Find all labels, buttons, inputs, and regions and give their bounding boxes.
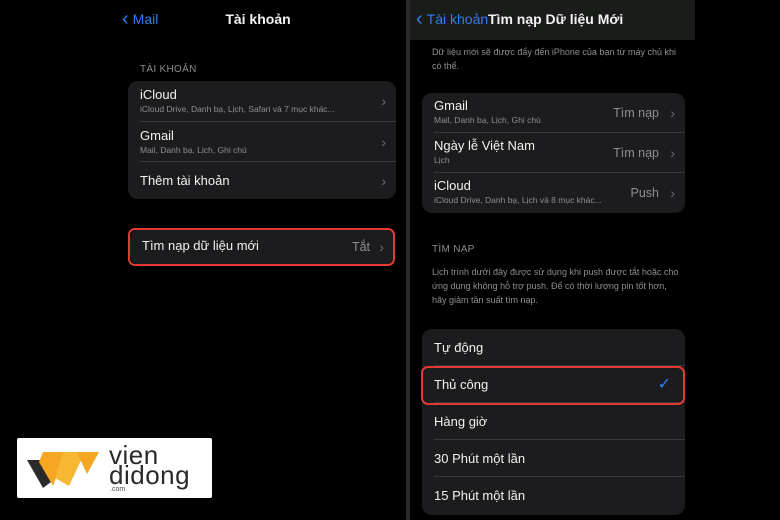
fetch-new-data-screen: ‹ Tài khoản Tìm nạp Dữ liệu Mới Dữ liệu … xyxy=(410,0,695,520)
account-subtitle: iCloud Drive, Danh bạ, Lịch và 8 mục khá… xyxy=(434,195,602,205)
chevron-right-icon: › xyxy=(381,172,386,189)
fetch-row-gmail[interactable]: Gmail Mail, Danh bạ, Lịch, Ghi chú Tìm n… xyxy=(434,93,685,133)
nav-bar: ‹ Mail Tài khoản xyxy=(110,0,406,40)
account-title: iCloud xyxy=(140,87,177,102)
vien-didong-logo: vien didong .com xyxy=(17,438,212,498)
option-label: 15 Phút một lần xyxy=(434,488,526,503)
account-row-icloud[interactable]: iCloud iCloud Drive, Danh bạ, Lịch, Safa… xyxy=(140,81,396,122)
chevron-left-icon: ‹ xyxy=(416,8,423,30)
background xyxy=(695,0,780,520)
back-label: Tài khoản xyxy=(426,11,489,27)
option-label: Tự động xyxy=(434,340,484,355)
nav-bar: ‹ Tài khoản Tìm nạp Dữ liệu Mới xyxy=(410,0,695,40)
fetch-row-holidays[interactable]: Ngày lễ Việt Nam Lịch Tìm nạp › xyxy=(434,133,685,173)
logo-mark-icon xyxy=(27,452,99,488)
account-title: Gmail xyxy=(140,128,174,143)
back-button[interactable]: ‹ Tài khoản xyxy=(416,8,489,30)
section-label: TÌM NẠP xyxy=(432,244,475,255)
account-fetch-list: Gmail Mail, Danh bạ, Lịch, Ghi chú Tìm n… xyxy=(422,93,685,213)
fetch-schedule-list: Tự động Thủ công ✓ Hàng giờ 30 Phút một … xyxy=(422,329,685,515)
fetch-row-icloud[interactable]: iCloud iCloud Drive, Danh bạ, Lịch và 8 … xyxy=(434,173,685,213)
add-account-label: Thêm tài khoản xyxy=(140,173,230,188)
fetch-note: Lịch trình dưới đây được sử dụng khi pus… xyxy=(432,267,679,305)
account-subtitle: iCloud Drive, Danh bạ, Lịch, Safari và 7… xyxy=(140,104,335,114)
add-account-row[interactable]: Thêm tài khoản › xyxy=(140,162,396,199)
option-30-min[interactable]: 30 Phút một lần xyxy=(434,440,685,477)
option-hourly[interactable]: Hàng giờ xyxy=(434,403,685,440)
option-automatic[interactable]: Tự động xyxy=(434,329,685,366)
account-row-gmail[interactable]: Gmail Mail, Danh bạ, Lịch, Ghi chú › xyxy=(140,122,396,162)
chevron-right-icon: › xyxy=(381,93,386,109)
chevron-right-icon: › xyxy=(381,133,386,150)
page-title: Tìm nạp Dữ liệu Mới xyxy=(488,11,624,27)
highlight-box xyxy=(421,366,685,405)
fetch-mode-value: Tìm nạp xyxy=(613,145,659,160)
highlight-box xyxy=(128,228,395,266)
section-label: TÀI KHOẢN xyxy=(140,64,197,75)
account-subtitle: Mail, Danh bạ, Lịch, Ghi chú xyxy=(140,145,247,155)
option-label: 30 Phút một lần xyxy=(434,451,526,466)
fetch-mode-value: Tìm nạp xyxy=(613,105,659,120)
chevron-right-icon: › xyxy=(670,185,675,201)
accounts-list: iCloud iCloud Drive, Danh bạ, Lịch, Safa… xyxy=(128,81,396,199)
chevron-right-icon: › xyxy=(670,144,675,161)
page-title: Tài khoản xyxy=(225,11,291,27)
chevron-right-icon: › xyxy=(670,104,675,121)
intro-text: Dữ liệu mới sẽ được đẩy đến iPhone của b… xyxy=(432,47,676,71)
logo-text-line3: .com xyxy=(110,486,126,493)
fetch-mode-value: Push xyxy=(630,186,660,200)
option-15-min[interactable]: 15 Phút một lần xyxy=(434,477,685,515)
option-label: Hàng giờ xyxy=(434,414,488,429)
